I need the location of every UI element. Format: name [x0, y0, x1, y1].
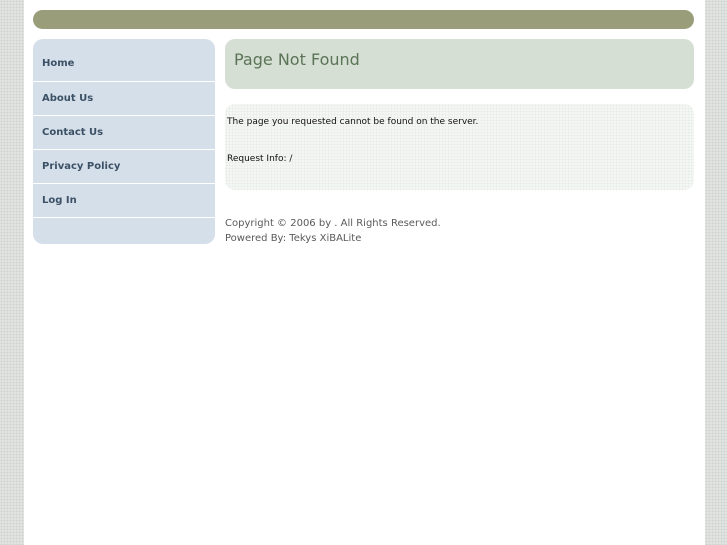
- sidebar-item-about-us[interactable]: About Us: [33, 82, 215, 116]
- powered-by-text: Powered By: Tekys XiBALite: [225, 233, 362, 244]
- request-info: Request Info: /: [227, 154, 293, 164]
- copyright-text: Copyright © 2006 by . All Rights Reserve…: [225, 218, 441, 229]
- error-message-box: The page you requested cannot be found o…: [225, 104, 694, 190]
- sidebar-item-home[interactable]: Home: [33, 39, 215, 82]
- sidebar-nav: Home About Us Contact Us Privacy Policy …: [33, 39, 215, 244]
- sidebar-item-privacy-policy[interactable]: Privacy Policy: [33, 150, 215, 184]
- page-container: Home About Us Contact Us Privacy Policy …: [24, 0, 705, 545]
- page-title-box: Page Not Found: [225, 39, 694, 89]
- page-title: Page Not Found: [234, 50, 360, 69]
- error-message: The page you requested cannot be found o…: [227, 117, 479, 127]
- footer: Copyright © 2006 by . All Rights Reserve…: [225, 216, 441, 246]
- header-bar: [33, 10, 694, 29]
- sidebar-item-contact-us[interactable]: Contact Us: [33, 116, 215, 150]
- sidebar-item-log-in[interactable]: Log In: [33, 184, 215, 218]
